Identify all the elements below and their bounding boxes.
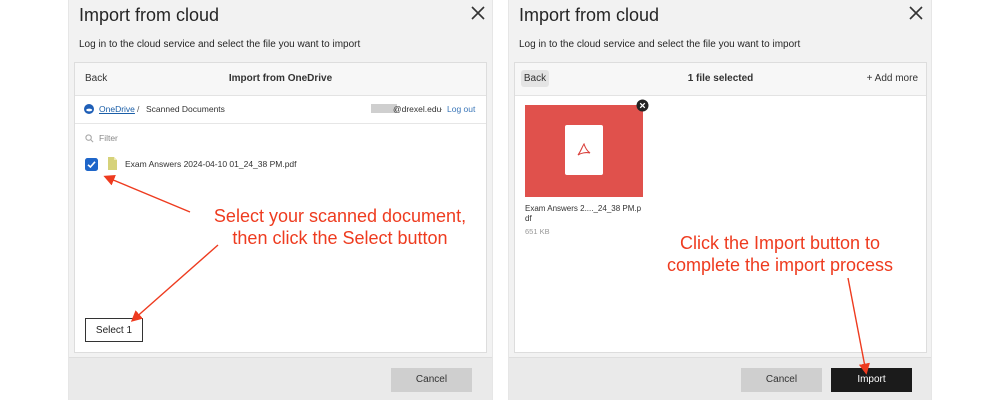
arrow-to-select-button [130,244,219,322]
arrow-to-checkbox [103,175,191,213]
annotation-arrows [103,175,870,375]
arrow-to-import-button [847,277,870,375]
